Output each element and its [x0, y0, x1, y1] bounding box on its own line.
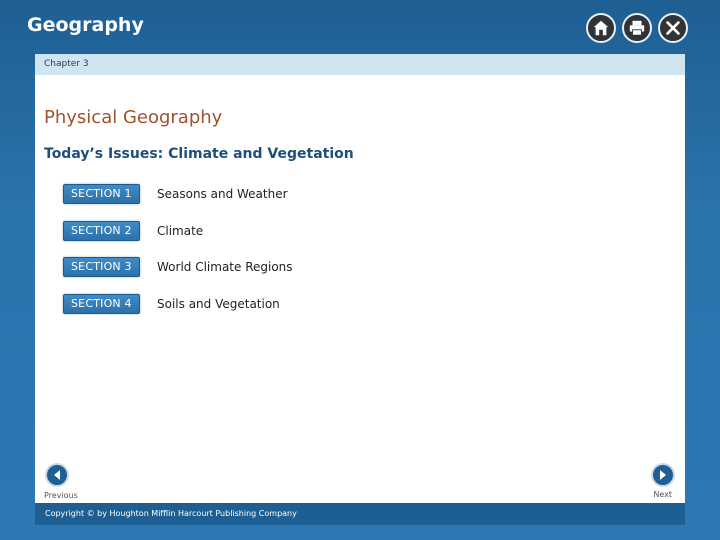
section-4-label: Soils and Vegetation: [157, 296, 280, 311]
next-label[interactable]: Next: [653, 490, 672, 499]
next-button[interactable]: [651, 463, 675, 487]
app-title: Geography: [27, 14, 144, 36]
section-row: SECTION 3 World Climate Regions: [63, 249, 293, 286]
section-row: SECTION 1 Seasons and Weather: [63, 176, 293, 213]
top-toolbar: [586, 13, 688, 43]
section-1-label: Seasons and Weather: [157, 187, 288, 202]
arrow-left-icon[interactable]: [45, 463, 69, 487]
section-3-button[interactable]: SECTION 3: [63, 257, 140, 278]
previous-label[interactable]: Previous: [44, 491, 78, 500]
content-panel: Physical Geography Today’s Issues: Clima…: [35, 75, 685, 503]
home-icon[interactable]: [586, 13, 616, 43]
copyright-footer: Copyright © by Houghton Mifflin Harcourt…: [35, 503, 685, 525]
section-2-label: Climate: [157, 223, 204, 238]
page-subtitle: Today’s Issues: Climate and Vegetation: [44, 146, 354, 162]
page-title: Physical Geography: [44, 107, 223, 128]
section-4-button[interactable]: SECTION 4: [63, 293, 140, 314]
section-1-button[interactable]: SECTION 1: [63, 184, 140, 205]
section-2-button[interactable]: SECTION 2: [63, 220, 140, 241]
section-row: SECTION 2 Climate: [63, 213, 293, 250]
print-icon[interactable]: [622, 13, 652, 43]
close-icon[interactable]: [658, 13, 688, 43]
arrow-right-icon[interactable]: [651, 463, 675, 487]
chapter-label: Chapter 3: [35, 54, 685, 75]
section-row: SECTION 4 Soils and Vegetation: [63, 286, 293, 323]
section-list: SECTION 1 Seasons and Weather SECTION 2 …: [63, 176, 293, 322]
section-3-label: World Climate Regions: [157, 260, 293, 275]
previous-button[interactable]: [45, 463, 69, 487]
